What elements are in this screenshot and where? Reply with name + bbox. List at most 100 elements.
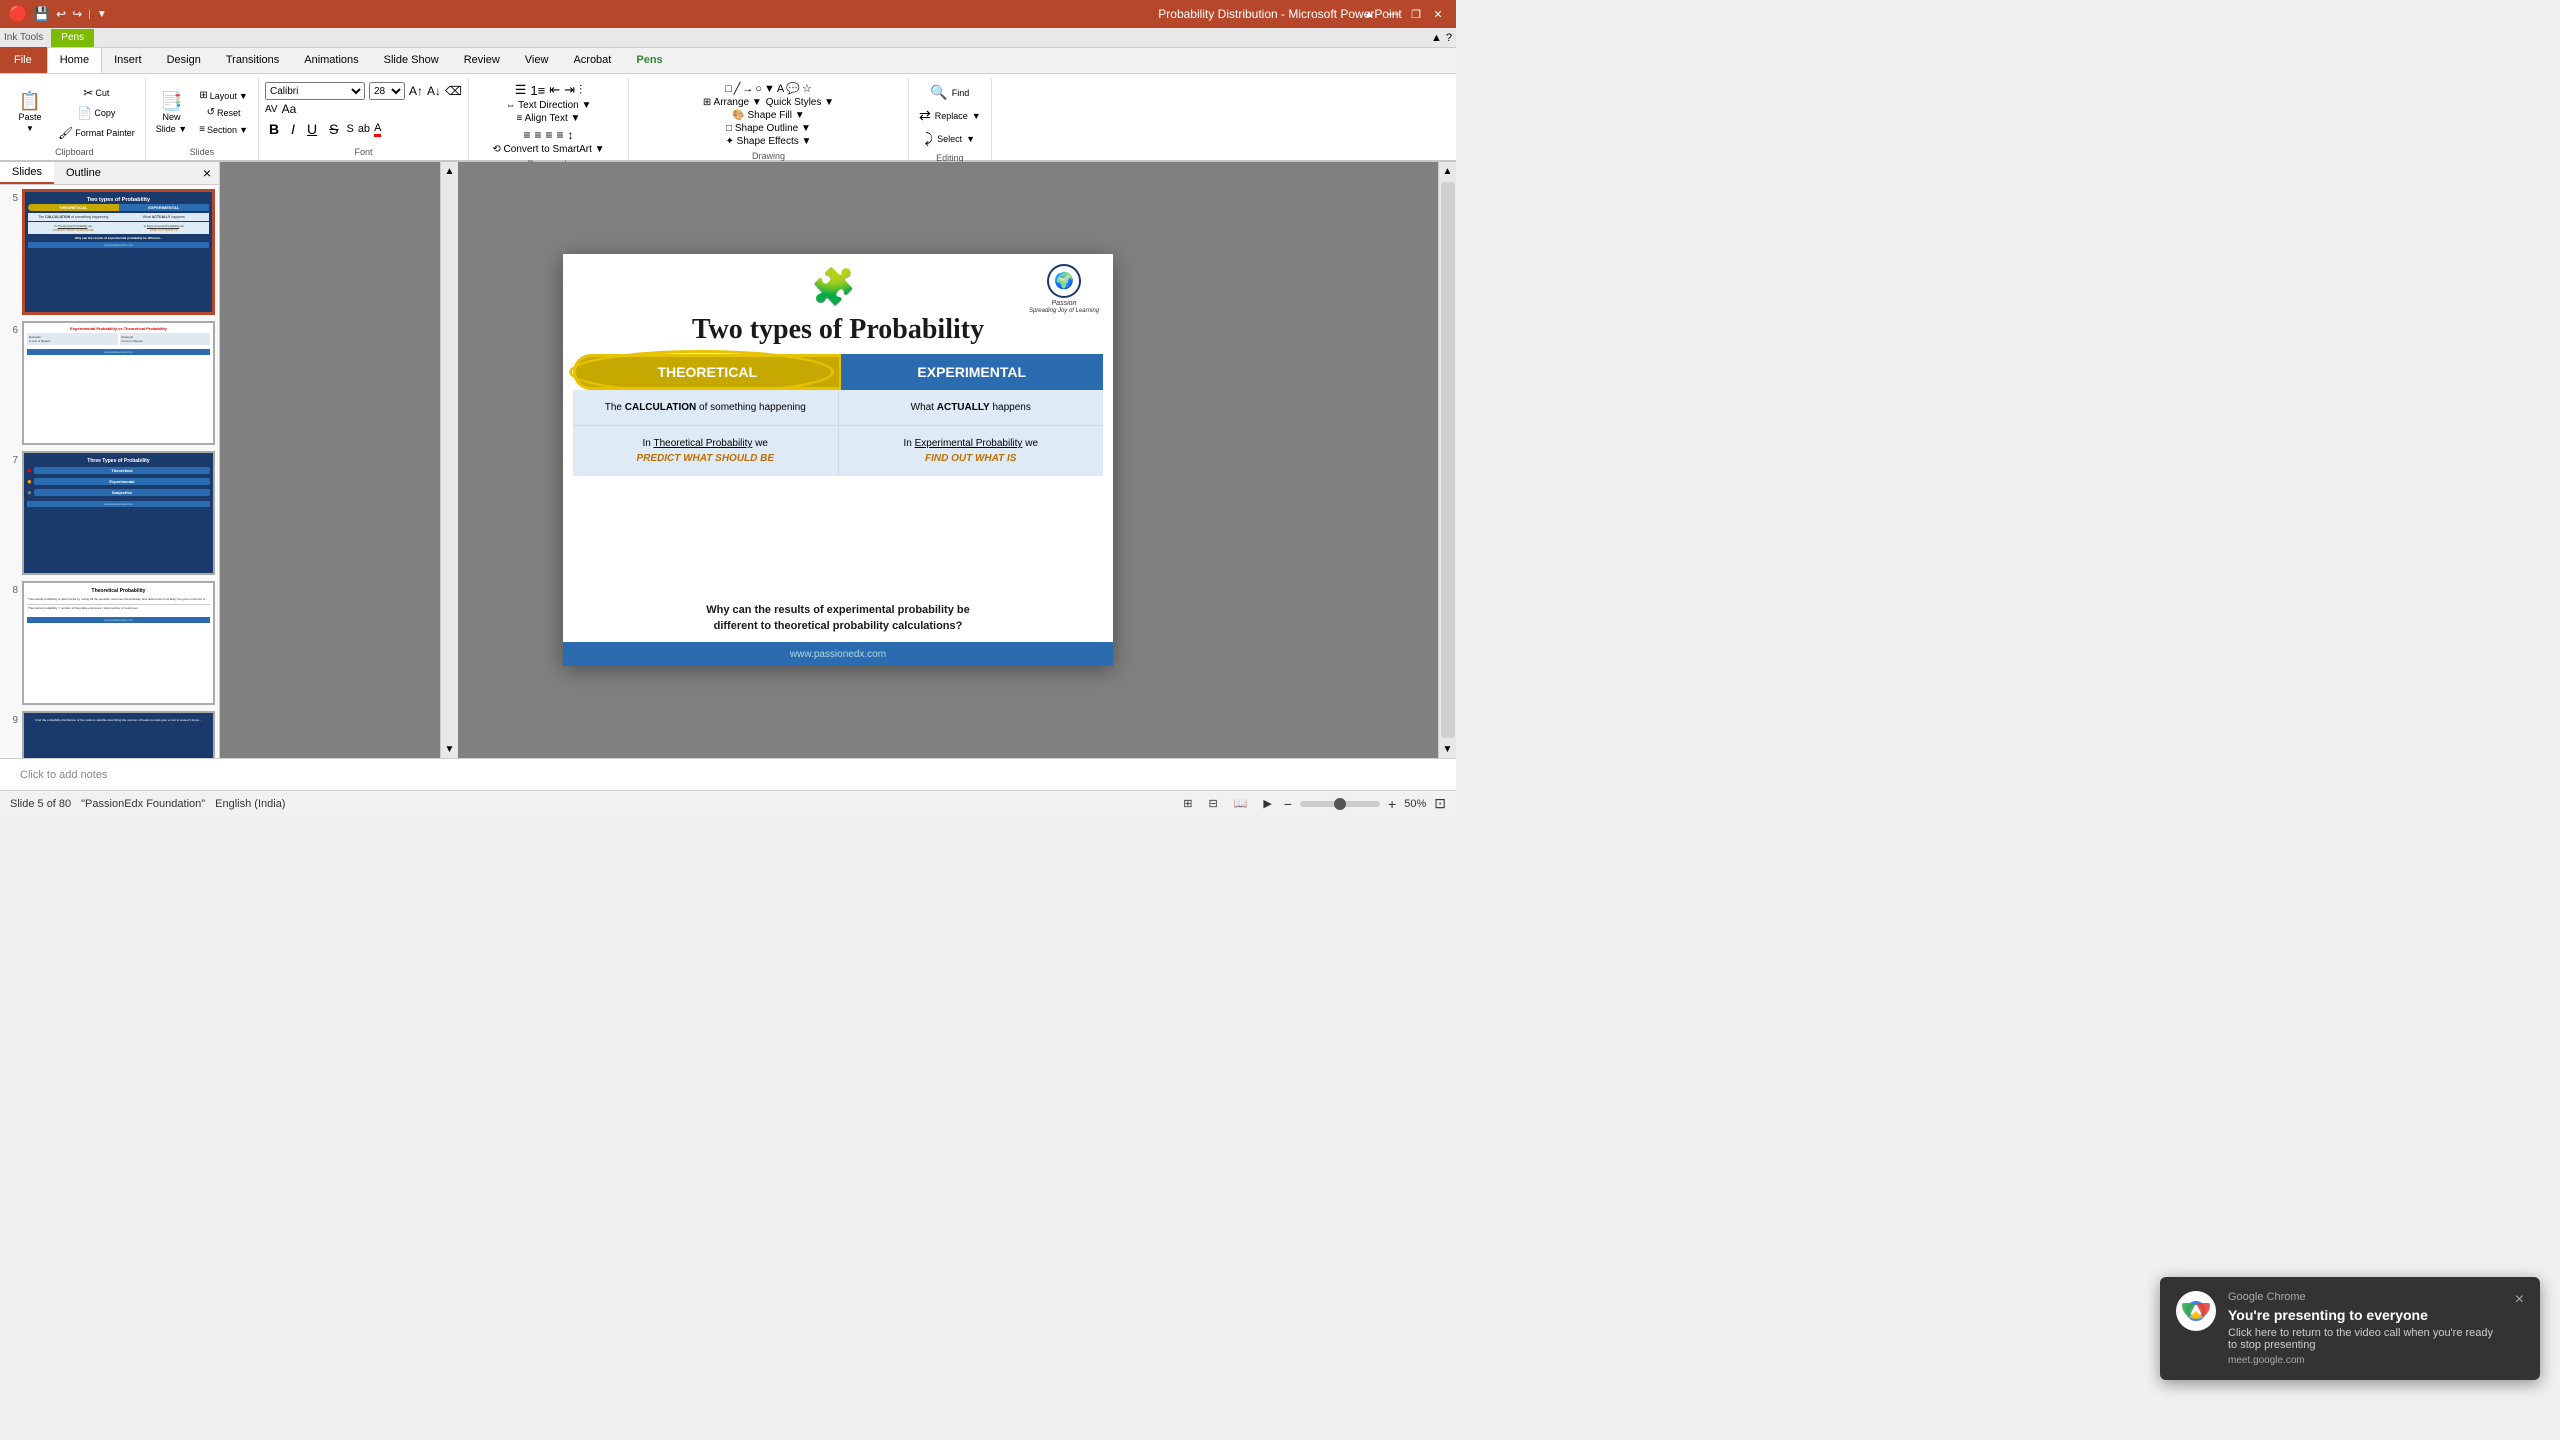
font-family-select[interactable]: Calibri xyxy=(265,82,365,100)
slideshow-btn[interactable]: ▶ xyxy=(1259,796,1275,811)
tab-view[interactable]: View xyxy=(513,47,562,73)
align-right-btn[interactable]: ≡ xyxy=(545,128,552,142)
panel-scroll-down[interactable]: ▼ xyxy=(441,740,459,758)
panel-close-btn[interactable]: × xyxy=(195,163,219,183)
tab-transitions[interactable]: Transitions xyxy=(214,47,292,73)
tab-review[interactable]: Review xyxy=(452,47,513,73)
fit-to-window-btn[interactable]: ⊡ xyxy=(1434,795,1446,812)
title-bar: 🔴 💾 ↩ ↪ | ▼ Probability Distribution - M… xyxy=(0,0,1456,28)
section-button[interactable]: ≡Section▼ xyxy=(195,122,252,137)
convert-smartart-btn[interactable]: ⟲ Convert to SmartArt ▼ xyxy=(492,144,604,155)
strikethrough-button[interactable]: S xyxy=(325,120,342,138)
text-direction-btn[interactable]: ⇔ Text Direction ▼ xyxy=(506,100,592,111)
copy-button[interactable]: 📄 Copy xyxy=(54,104,139,122)
tab-pens[interactable]: Pens xyxy=(624,47,675,73)
italic-button[interactable]: I xyxy=(287,120,299,138)
panel-tab-outline[interactable]: Outline xyxy=(54,163,113,183)
arrange-btn[interactable]: ⊞ Arrange ▼ xyxy=(703,97,762,108)
shadow-btn[interactable]: S xyxy=(346,123,353,135)
tab-acrobat[interactable]: Acrobat xyxy=(561,47,624,73)
clear-format-btn[interactable]: ⌫ xyxy=(445,84,462,98)
help-btn[interactable]: ? xyxy=(1446,32,1452,44)
align-text-btn[interactable]: ≡ Align Text ▼ xyxy=(517,113,581,124)
zoom-minus-btn[interactable]: − xyxy=(1284,796,1292,812)
select-button[interactable]: ⤸ Select▼ xyxy=(921,128,979,149)
oval-shape-btn[interactable]: ○ xyxy=(755,83,762,95)
main-scroll-up[interactable]: ▲ xyxy=(1439,162,1457,180)
pens-tab[interactable]: Pens xyxy=(51,29,94,47)
minimize-btn[interactable]: — xyxy=(1384,6,1404,22)
line-spacing-btn[interactable]: ↕ xyxy=(568,128,574,142)
slide-thumb-8[interactable]: 8 Theoretical Probability Theoretical pr… xyxy=(4,581,215,705)
maximize-btn[interactable]: ❐ xyxy=(1406,6,1426,22)
tab-insert[interactable]: Insert xyxy=(102,47,155,73)
paste-button[interactable]: 📋 Paste ▼ xyxy=(10,90,50,135)
char-spacing-btn[interactable]: AV xyxy=(265,104,278,115)
zoom-plus-btn[interactable]: + xyxy=(1388,796,1396,812)
underline-button[interactable]: U xyxy=(303,120,321,138)
slide-thumb-5[interactable]: 5 Two types of Probability THEORETICAL E… xyxy=(4,189,215,315)
decrease-indent-btn[interactable]: ⇤ xyxy=(549,82,560,98)
numbering-btn[interactable]: 1≡ xyxy=(530,83,545,98)
tab-home[interactable]: Home xyxy=(47,47,102,73)
reset-button[interactable]: ↺Reset xyxy=(195,105,252,120)
find-button[interactable]: 🔍 Find xyxy=(926,82,973,103)
slide-sorter-btn[interactable]: ⊟ xyxy=(1204,796,1221,811)
callout-btn[interactable]: 💬 xyxy=(786,82,800,95)
font-size-select[interactable]: 28 xyxy=(369,82,405,100)
slide-area: ▲ ▼ 🧩 🌍 Passion Spreading Joy of Learnin… xyxy=(220,162,1456,758)
line-shape-btn[interactable]: ╱ xyxy=(734,82,741,95)
notification-close-btn[interactable]: × xyxy=(2515,1291,2524,1309)
ink-tools-bar: Ink Tools Pens ▲ ? xyxy=(0,28,1456,48)
close-btn[interactable]: ✕ xyxy=(1428,6,1448,22)
shape-more-btn[interactable]: ▼ xyxy=(764,83,775,95)
normal-view-btn[interactable]: ⊞ xyxy=(1179,796,1196,811)
zoom-slider[interactable] xyxy=(1300,801,1380,807)
wordart-btn[interactable]: ab xyxy=(358,123,370,135)
increase-indent-btn[interactable]: ⇥ xyxy=(564,82,575,98)
replace-button[interactable]: ⇄ Replace▼ xyxy=(915,105,985,126)
textbox-btn[interactable]: A xyxy=(777,83,784,95)
slide-thumb-9[interactable]: 9 Find the probability distribution of t… xyxy=(4,711,215,758)
tab-file[interactable]: File xyxy=(0,47,47,73)
quick-save-icon[interactable]: 💾 xyxy=(34,6,50,22)
star-btn[interactable]: ☆ xyxy=(802,82,812,95)
slide-thumb-7[interactable]: 7 Three Types of Probability ● Theoretic… xyxy=(4,451,215,575)
layout-button[interactable]: ⊞Layout▼ xyxy=(195,88,252,103)
tab-slideshow[interactable]: Slide Show xyxy=(372,47,452,73)
shape-effects-btn[interactable]: ✦ Shape Effects ▼ xyxy=(726,136,812,147)
customize-icon[interactable]: ▼ xyxy=(97,9,107,20)
format-painter-button[interactable]: 🖌 Format Painter xyxy=(54,124,139,142)
panel-tab-slides[interactable]: Slides xyxy=(0,162,54,184)
font-case-btn[interactable]: Aa xyxy=(282,102,297,116)
shape-outline-btn[interactable]: □ Shape Outline ▼ xyxy=(726,123,811,134)
new-slide-button[interactable]: 📑 New Slide ▼ xyxy=(152,90,191,136)
bullets-btn[interactable]: ☰ xyxy=(515,82,527,98)
panel-scroll-up[interactable]: ▲ xyxy=(441,162,459,180)
font-shrink-btn[interactable]: A↓ xyxy=(427,84,441,98)
font-color-btn[interactable]: A xyxy=(374,122,381,137)
tab-design[interactable]: Design xyxy=(155,47,214,73)
justify-btn[interactable]: ≡ xyxy=(556,128,563,142)
notes-area[interactable]: Click to add notes xyxy=(0,758,1456,790)
col-btn[interactable]: ⫶ xyxy=(579,82,582,98)
shape-fill-btn[interactable]: 🎨 Shape Fill ▼ xyxy=(732,110,804,121)
tab-animations[interactable]: Animations xyxy=(292,47,371,73)
status-right: ⊞ ⊟ 📖 ▶ − + 50% ⊡ xyxy=(1179,795,1446,812)
align-center-btn[interactable]: ≡ xyxy=(534,128,541,142)
rect-shape-btn[interactable]: □ xyxy=(725,83,732,95)
collapse-ribbon-btn[interactable]: ▲ xyxy=(1431,32,1442,44)
undo-icon[interactable]: ↩ xyxy=(56,7,66,21)
redo-icon[interactable]: ↪ xyxy=(72,7,82,21)
main-scroll-down[interactable]: ▼ xyxy=(1439,740,1457,758)
font-grow-btn[interactable]: A↑ xyxy=(409,84,423,98)
quick-styles-btn[interactable]: Quick Styles ▼ xyxy=(766,97,834,108)
notification-content[interactable]: Google Chrome You're presenting to every… xyxy=(2228,1291,2503,1366)
drawing-group: □ ╱ → ○ ▼ A 💬 ☆ ⊞ Arrange ▼ Quick Styles… xyxy=(629,78,909,160)
cut-button[interactable]: ✂ Cut xyxy=(54,84,139,102)
slide-thumb-6[interactable]: 6 Experimental Probability vs Theoretica… xyxy=(4,321,215,445)
arrow-shape-btn[interactable]: → xyxy=(742,83,753,95)
bold-button[interactable]: B xyxy=(265,120,283,138)
reading-view-btn[interactable]: 📖 xyxy=(1230,796,1252,811)
align-left-btn[interactable]: ≡ xyxy=(523,128,530,142)
